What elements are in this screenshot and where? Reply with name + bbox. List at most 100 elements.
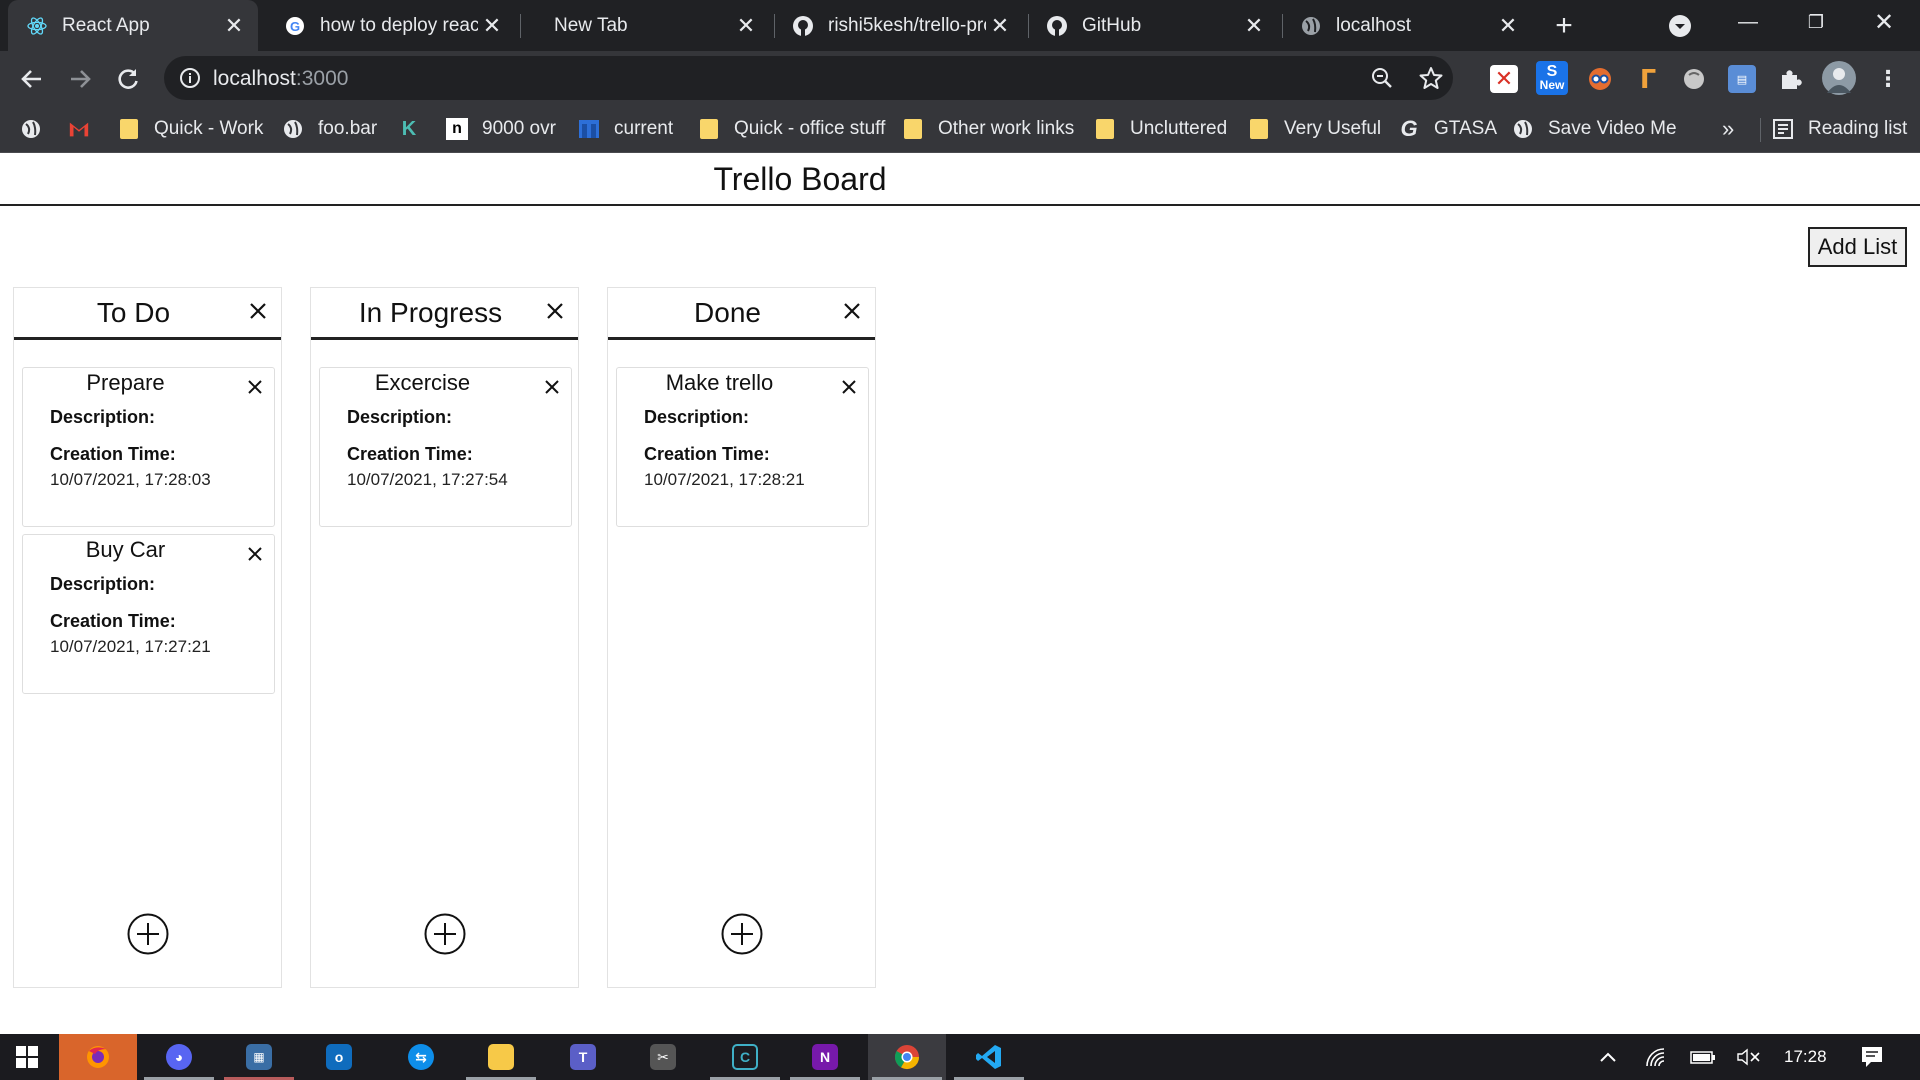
site-info-icon[interactable] xyxy=(178,66,202,90)
card[interactable]: Prepare Description: Creation Time: 10/0… xyxy=(22,367,275,527)
wifi-icon[interactable] xyxy=(1642,1034,1670,1080)
card[interactable]: Excercise Description: Creation Time: 10… xyxy=(319,367,572,527)
zoom-icon[interactable] xyxy=(1370,66,1394,90)
bookmark-gmail[interactable] xyxy=(68,106,104,152)
firefox-icon[interactable] xyxy=(59,1034,137,1080)
chrome-icon[interactable] xyxy=(868,1034,946,1080)
c-app-icon[interactable]: C xyxy=(706,1034,784,1080)
bookmark-uncluttered[interactable]: Uncluttered xyxy=(1094,106,1227,152)
bookmark-quick-work[interactable]: Quick - Work xyxy=(118,106,263,152)
more-bookmarks-chevron-icon[interactable]: » xyxy=(1722,116,1734,142)
outlook-icon[interactable]: o xyxy=(300,1034,378,1080)
extension-t-icon[interactable]: ᒥ xyxy=(1634,64,1662,94)
bookmark-foo-bar[interactable]: foo.bar xyxy=(282,106,377,152)
delete-list-close-icon[interactable] xyxy=(243,296,273,326)
title-divider xyxy=(0,204,1920,206)
bookmarks-bar: Quick - Work foo.bar K n 9000 ovr curren… xyxy=(0,106,1920,153)
tab-close-icon[interactable]: ✕ xyxy=(478,12,506,40)
globe-icon xyxy=(1512,118,1534,140)
discord-icon[interactable]: ◕ xyxy=(140,1034,218,1080)
add-card-plus-icon[interactable] xyxy=(127,913,169,955)
bookmark-kite[interactable]: K xyxy=(398,106,434,152)
card-creation-time: 10/07/2021, 17:28:21 xyxy=(644,470,805,489)
card[interactable]: Buy Car Description: Creation Time: 10/0… xyxy=(22,534,275,694)
delete-card-close-icon[interactable] xyxy=(836,374,862,400)
battery-icon[interactable] xyxy=(1688,1034,1718,1080)
add-card-plus-icon[interactable] xyxy=(424,913,466,955)
bookmark-other-work-links[interactable]: Other work links xyxy=(902,106,1074,152)
reload-icon[interactable] xyxy=(108,59,148,99)
profile-avatar-icon[interactable] xyxy=(1822,61,1856,95)
card-creation-time: 10/07/2021, 17:27:21 xyxy=(50,637,211,656)
card[interactable]: Make trello Description: Creation Time: … xyxy=(616,367,869,527)
calculator-icon[interactable]: ▦ xyxy=(220,1034,298,1080)
windows-start-icon[interactable] xyxy=(0,1034,54,1080)
tab-react-app[interactable]: React App ✕ xyxy=(8,0,258,51)
browser-toolbar: localhost:3000 ✕ S New ᒥ ▤ ⋮ xyxy=(0,51,1920,106)
tab-google-search[interactable]: G how to deploy react ✕ xyxy=(266,0,516,51)
back-arrow-icon[interactable] xyxy=(12,59,52,99)
bookmark-label: 9000 ovr xyxy=(482,118,556,139)
taskbar-clock[interactable]: 17:28 xyxy=(1784,1034,1827,1080)
card-creation-time-label: Creation Time: xyxy=(644,444,770,464)
gtasa-icon: G xyxy=(1400,116,1418,141)
minimize-icon[interactable]: — xyxy=(1718,0,1778,44)
bookmark-star-icon[interactable] xyxy=(1418,65,1444,91)
tab-close-icon[interactable]: ✕ xyxy=(220,12,248,40)
onenote-icon[interactable]: N xyxy=(786,1034,864,1080)
delete-list-close-icon[interactable] xyxy=(837,296,867,326)
react-icon xyxy=(26,15,48,37)
delete-card-close-icon[interactable] xyxy=(242,374,268,400)
notifications-icon[interactable] xyxy=(1856,1034,1888,1080)
delete-card-close-icon[interactable] xyxy=(242,541,268,567)
tab-close-icon[interactable]: ✕ xyxy=(732,12,760,40)
url-text: localhost:3000 xyxy=(213,67,349,90)
reading-list-button[interactable]: Reading list xyxy=(1772,106,1907,152)
bookmark-save-video-me[interactable]: Save Video Me xyxy=(1512,106,1677,152)
vscode-icon[interactable] xyxy=(950,1034,1028,1080)
tab-search-icon[interactable] xyxy=(1666,12,1694,40)
extension-card-icon[interactable]: ▤ xyxy=(1728,65,1756,93)
file-explorer-icon[interactable] xyxy=(462,1034,540,1080)
extension-glasses-icon[interactable] xyxy=(1586,65,1614,93)
restore-icon[interactable]: ❐ xyxy=(1786,0,1846,44)
svg-text:G: G xyxy=(290,19,300,34)
extension-new-icon[interactable]: S New xyxy=(1536,61,1568,95)
new-tab-plus-icon[interactable]: + xyxy=(1548,9,1580,42)
tab-close-icon[interactable]: ✕ xyxy=(986,12,1014,40)
show-hidden-icons-chevron[interactable] xyxy=(1594,1034,1622,1080)
extension-circle-icon[interactable] xyxy=(1680,65,1708,93)
bookmark-label: Quick - office stuff xyxy=(734,118,886,139)
teamviewer-icon[interactable]: ⇆ xyxy=(382,1034,460,1080)
add-card-plus-icon[interactable] xyxy=(721,913,763,955)
window-close-icon[interactable]: ✕ xyxy=(1854,0,1914,44)
kite-icon: K xyxy=(401,117,417,140)
bookmark-current[interactable]: current xyxy=(578,106,673,152)
extensions-puzzle-icon[interactable] xyxy=(1776,65,1804,93)
delete-list-close-icon[interactable] xyxy=(540,296,570,326)
tab-localhost[interactable]: localhost ✕ xyxy=(1282,0,1532,51)
add-list-button[interactable]: Add List xyxy=(1808,227,1907,267)
address-bar[interactable]: localhost:3000 xyxy=(164,56,1453,100)
list-title: Done xyxy=(694,296,761,328)
card-creation-time: 10/07/2021, 17:28:03 xyxy=(50,470,211,489)
extension-x-icon[interactable]: ✕ xyxy=(1490,65,1518,93)
bookmark-gtasa[interactable]: G GTASA xyxy=(1398,106,1497,152)
bookmark-quick-office-stuff[interactable]: Quick - office stuff xyxy=(698,106,885,152)
volume-muted-icon[interactable] xyxy=(1734,1034,1764,1080)
forward-arrow-icon[interactable] xyxy=(60,59,100,99)
bookmark-9000-ovr[interactable]: n 9000 ovr xyxy=(446,106,556,152)
bookmark-very-useful[interactable]: Very Useful xyxy=(1248,106,1381,152)
folder-icon xyxy=(1094,118,1116,140)
tab-github-repo[interactable]: rishi5kesh/trello-pro ✕ xyxy=(774,0,1024,51)
bookmark-globe[interactable] xyxy=(20,106,56,152)
delete-card-close-icon[interactable] xyxy=(539,374,565,400)
teams-icon[interactable]: T xyxy=(544,1034,622,1080)
tab-close-icon[interactable]: ✕ xyxy=(1494,12,1522,40)
chrome-menu-icon[interactable]: ⋮ xyxy=(1874,65,1902,93)
tab-close-icon[interactable]: ✕ xyxy=(1240,12,1268,40)
github-icon xyxy=(792,15,814,37)
snipping-tool-icon[interactable]: ✂ xyxy=(624,1034,702,1080)
tab-new-tab[interactable]: New Tab ✕ xyxy=(520,0,770,51)
tab-github[interactable]: GitHub ✕ xyxy=(1028,0,1278,51)
